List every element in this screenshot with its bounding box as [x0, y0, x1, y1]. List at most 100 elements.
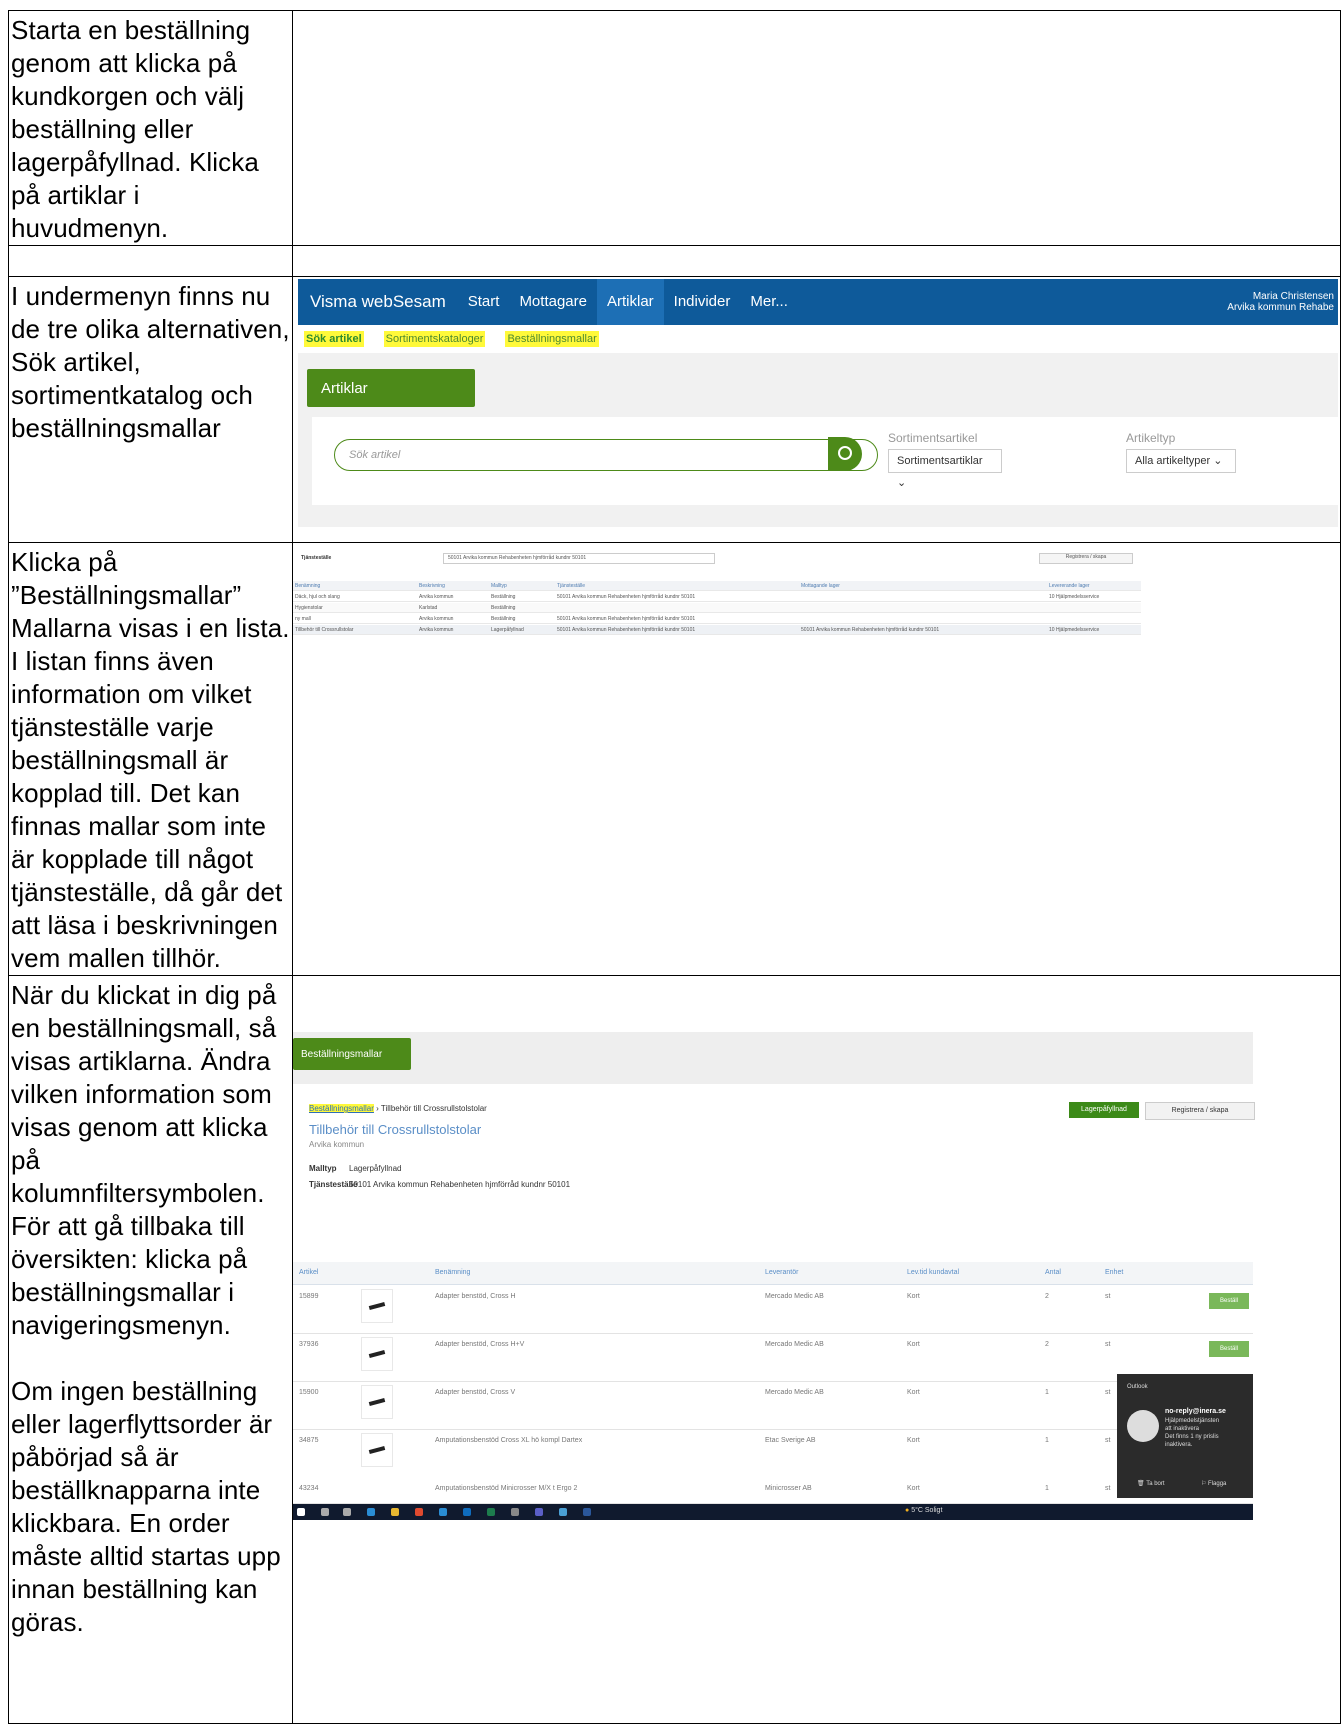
table-row[interactable]: 43234 Amputationsbenstöd Minicrosser M/X…: [293, 1477, 1253, 1504]
subnav-sortimentskataloger[interactable]: Sortimentskataloger: [383, 331, 486, 347]
subnav-sok-artikel[interactable]: Sök artikel: [304, 331, 364, 347]
button-label: Registrera / skapa: [1065, 554, 1107, 560]
cell: Etac Sverige AB: [765, 1437, 816, 1444]
task-view-icon[interactable]: [343, 1508, 351, 1516]
artikeltyp-select[interactable]: Alla artikeltyper ⌄: [1126, 449, 1236, 473]
col-header[interactable]: Benämning: [295, 583, 320, 589]
product-thumbnail: [361, 1433, 393, 1467]
col-header[interactable]: Antal: [1045, 1269, 1061, 1276]
app-icon[interactable]: [511, 1508, 519, 1516]
col-header[interactable]: Leverantör: [765, 1269, 798, 1276]
cell: Amputationsbenstöd Cross XL hö kompl Dar…: [435, 1437, 583, 1444]
register-button[interactable]: Registrera / skapa: [1145, 1102, 1255, 1120]
nav-mer[interactable]: Mer...: [740, 279, 798, 325]
edge-icon[interactable]: [367, 1508, 375, 1516]
teams-icon[interactable]: [535, 1508, 543, 1516]
flag-button[interactable]: ⚐ Flagga: [1201, 1480, 1226, 1487]
cell: 10 Hjälpmedelsservice: [1049, 594, 1100, 600]
outlook-icon[interactable]: [463, 1508, 471, 1516]
col-header[interactable]: Levererande lager: [1049, 583, 1090, 589]
step-text: I undermenyn finns nu de tre olika alter…: [11, 281, 290, 443]
excel-icon[interactable]: [487, 1508, 495, 1516]
product-thumbnail: [361, 1289, 393, 1323]
cell: Tillbehör till Crossrullstolar: [295, 627, 354, 633]
search-icon[interactable]: [828, 437, 862, 471]
malltyp-value: Lagerpåfyllnad: [349, 1164, 402, 1173]
cell: Kort: [907, 1389, 920, 1396]
list-item[interactable]: Däck, hjul och slang Arvika kommun Bestä…: [293, 592, 1141, 602]
image-cell: Tjänsteställe 50101 Arvika kommun Rehabe…: [292, 542, 1341, 976]
nav-start[interactable]: Start: [458, 279, 510, 325]
artiklar-section-button[interactable]: Artiklar: [307, 369, 475, 407]
button-label: Ta bort: [1146, 1481, 1165, 1487]
table-row[interactable]: 15899 Adapter benstöd, Cross H Mercado M…: [293, 1285, 1253, 1334]
app-icon[interactable]: [559, 1508, 567, 1516]
text-cell: I undermenyn finns nu de tre olika alter…: [8, 276, 293, 543]
trash-icon: 🗑: [1137, 1481, 1147, 1487]
mall-panel: Beställningsmallar › Tillbehör till Cros…: [293, 1084, 1255, 1504]
subnav-bestallningsmallar[interactable]: Beställningsmallar: [505, 331, 599, 347]
cell: Beställning: [491, 616, 516, 622]
search-input[interactable]: Sök artikel: [334, 439, 878, 471]
table-row[interactable]: 15900 Adapter benstöd, Cross V Mercado M…: [293, 1381, 1253, 1430]
cell: Adapter benstöd, Cross V: [435, 1389, 516, 1396]
toast-line: inaktivera.: [1165, 1442, 1193, 1448]
breadcrumb-link[interactable]: Beställningsmallar: [309, 1104, 374, 1113]
search-icon[interactable]: [321, 1508, 329, 1516]
col-header[interactable]: Mottagande lager: [801, 583, 840, 589]
order-button[interactable]: Beställ: [1209, 1341, 1249, 1357]
cell: 37936: [299, 1341, 319, 1348]
text-cell: Klicka på ”Beställningsmallar” Mallarna …: [8, 542, 293, 976]
cell: st: [1105, 1437, 1111, 1444]
tjanst-row: Tjänsteställe50101 Arvika kommun Rehaben…: [309, 1180, 570, 1189]
cell: Mercado Medic AB: [765, 1389, 824, 1396]
cell: Beställning: [491, 605, 516, 611]
chrome-icon[interactable]: [415, 1508, 423, 1516]
list-item[interactable]: Tillbehör till Crossrullstolar Arvika ko…: [293, 625, 1141, 635]
tjanst-value: 50101 Arvika kommun Rehabenheten hjmförr…: [349, 1180, 571, 1189]
weather-status[interactable]: ● 5°C Soligt: [905, 1507, 942, 1514]
tjanstestalle-select[interactable]: 50101 Arvika kommun Rehabenheten hjmförr…: [443, 553, 715, 564]
order-button[interactable]: Beställ: [1209, 1293, 1249, 1309]
col-header[interactable]: Enhet: [1105, 1269, 1123, 1276]
sortiment-select[interactable]: Sortimentsartiklar ⌄: [888, 449, 1002, 489]
word-icon[interactable]: [583, 1508, 591, 1516]
list-item[interactable]: ny mall Arvika kommun Beställning 50101 …: [293, 614, 1141, 624]
user-info[interactable]: Maria Christensen Arvika kommun Rehabe: [1227, 291, 1338, 313]
sub-nav: Sök artikel Sortimentskataloger Beställn…: [298, 325, 1338, 353]
outlook-notification[interactable]: Outlook no-reply@inera.se Hjälpmedelstjä…: [1117, 1374, 1253, 1498]
user-name: Maria Christensen: [1252, 291, 1334, 302]
table-row: Klicka på ”Beställningsmallar” Mallarna …: [8, 542, 1341, 976]
lagerpafyllnad-button[interactable]: Lagerpåfyllnad: [1069, 1102, 1139, 1118]
table-row[interactable]: 34875 Amputationsbenstöd Cross XL hö kom…: [293, 1429, 1253, 1478]
folder-icon[interactable]: [391, 1508, 399, 1516]
cell: Mercado Medic AB: [765, 1341, 824, 1348]
cell: 1: [1045, 1389, 1049, 1396]
col-header[interactable]: Lev.tid kundavtal: [907, 1269, 959, 1276]
col-header[interactable]: Artikel: [299, 1269, 318, 1276]
col-header[interactable]: Benämning: [435, 1269, 470, 1276]
toast-line: Det finns 1 ny prislis: [1165, 1434, 1219, 1440]
button-label: Flagga: [1208, 1481, 1227, 1487]
nav-individer[interactable]: Individer: [664, 279, 741, 325]
col-header[interactable]: Malltyp: [491, 583, 507, 589]
cell: 10 Hjälpmedelsservice: [1049, 627, 1100, 633]
cell: 15900: [299, 1389, 319, 1396]
nav-artiklar[interactable]: Artiklar: [596, 279, 664, 325]
delete-button[interactable]: 🗑 Ta bort: [1137, 1480, 1165, 1487]
col-header[interactable]: Tjänsteställe: [557, 583, 585, 589]
cell: st: [1105, 1341, 1111, 1348]
ie-icon[interactable]: [439, 1508, 447, 1516]
col-header[interactable]: Beskrivning: [419, 583, 445, 589]
start-icon[interactable]: [297, 1508, 305, 1516]
nav-mottagare[interactable]: Mottagare: [509, 279, 597, 325]
cell: Amputationsbenstöd Minicrosser M/X t Erg…: [435, 1485, 578, 1492]
image-cell: Beställningsmallar Beställningsmallar › …: [292, 975, 1341, 1724]
artiklar-screenshot: Visma webSesam Start Mottagare Artiklar …: [298, 279, 1340, 527]
toast-line: Hjälpmedelstjänsten: [1165, 1418, 1220, 1424]
list-item[interactable]: Hygienstolar Karlstad Beställning: [293, 603, 1141, 613]
table-row[interactable]: 37936 Adapter benstöd, Cross H+V Mercado…: [293, 1333, 1253, 1382]
bestallningsmallar-section-button[interactable]: Beställningsmallar: [293, 1038, 411, 1070]
taskbar: ● 5°C Soligt: [293, 1504, 1253, 1520]
register-button[interactable]: Registrera / skapa: [1039, 553, 1133, 564]
